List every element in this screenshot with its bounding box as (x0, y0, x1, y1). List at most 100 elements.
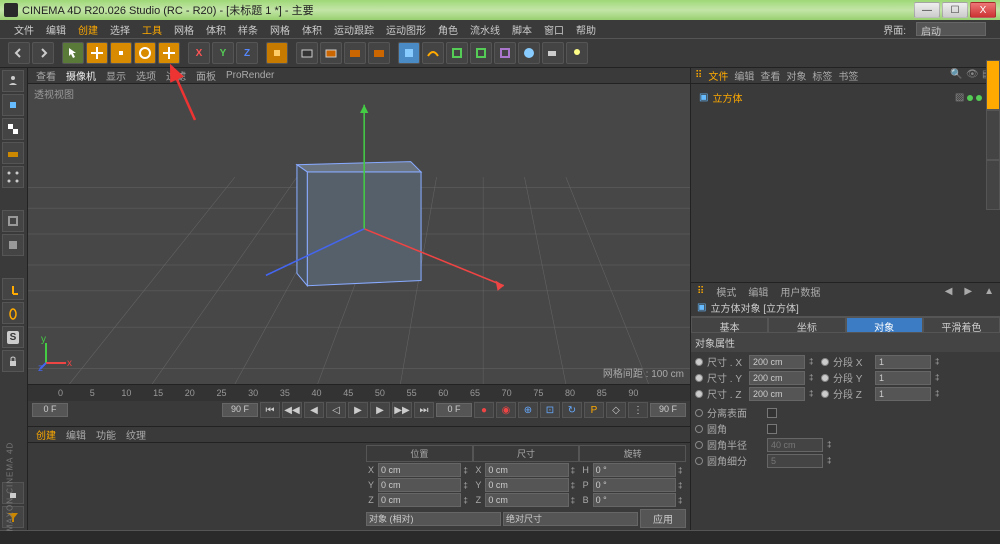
tool-mouse[interactable] (2, 302, 24, 324)
select-tool[interactable] (62, 42, 84, 64)
step-back-button[interactable]: ◀◀ (282, 402, 302, 418)
attr-tab-mode[interactable]: 模式 (716, 284, 736, 299)
goto-start-button[interactable]: ⏮ (260, 402, 280, 418)
visibility-render-dot[interactable] (976, 95, 982, 101)
z-axis-lock[interactable]: Z (236, 42, 258, 64)
menu-file[interactable]: 文件 (8, 20, 40, 39)
pos-X-input[interactable]: 0 cm (378, 463, 461, 477)
om-tab-object[interactable]: 对象 (786, 68, 806, 83)
search-icon[interactable]: 🔍 (950, 69, 964, 83)
render-view[interactable] (296, 42, 318, 64)
menu-volume2[interactable]: 体积 (296, 20, 328, 39)
make-editable[interactable] (2, 70, 24, 92)
attr-nav-fwd[interactable]: ▶ (964, 286, 972, 297)
add-primitive[interactable] (398, 42, 420, 64)
redo-button[interactable] (32, 42, 54, 64)
attr-input[interactable]: 200 cm (749, 355, 805, 369)
menu-mesh[interactable]: 网格 (168, 20, 200, 39)
attr-input[interactable]: 1 (875, 355, 931, 369)
coord-mode-select[interactable]: 对象 (相对) (366, 512, 501, 526)
edge-tab-1[interactable] (986, 60, 1000, 110)
rot-P-input[interactable]: 0 ° (593, 478, 676, 492)
model-mode[interactable] (2, 94, 24, 116)
point-mode[interactable] (2, 166, 24, 188)
visibility-editor-dot[interactable] (967, 95, 973, 101)
checkbox[interactable] (767, 424, 777, 434)
add-spline[interactable] (422, 42, 444, 64)
menu-script[interactable]: 脚本 (506, 20, 538, 39)
minimize-button[interactable]: — (914, 2, 940, 18)
vp-menu-prorender[interactable]: ProRender (226, 70, 274, 81)
attr-input[interactable]: 1 (875, 387, 931, 401)
coord-system[interactable] (266, 42, 288, 64)
grip-icon[interactable]: ⠿ (697, 286, 704, 297)
x-axis-lock[interactable]: X (188, 42, 210, 64)
key-pos-button[interactable]: ⊕ (518, 402, 538, 418)
eye-icon[interactable]: 👁 (966, 69, 980, 83)
axis-mode[interactable] (2, 278, 24, 300)
rotate-tool[interactable] (134, 42, 156, 64)
lastused-tool[interactable] (158, 42, 180, 64)
attr-subtab-coord[interactable]: 坐标 (768, 317, 845, 333)
move-tool[interactable] (86, 42, 108, 64)
render-queue[interactable] (368, 42, 390, 64)
tab-texture[interactable]: 纹理 (126, 427, 146, 442)
tab-function[interactable]: 功能 (96, 427, 116, 442)
menu-spline[interactable]: 样条 (232, 20, 264, 39)
key-param-button[interactable]: P (584, 402, 604, 418)
vp-menu-display[interactable]: 显示 (106, 68, 126, 83)
goto-end-button[interactable]: ⏭ (414, 402, 434, 418)
menu-window[interactable]: 窗口 (538, 20, 570, 39)
play-back-button[interactable]: ◁ (326, 402, 346, 418)
next-key-button[interactable]: ▶ (370, 402, 390, 418)
om-tab-file[interactable]: 文件 (708, 68, 728, 83)
menu-mograph[interactable]: 运动图形 (380, 20, 432, 39)
poly-mode[interactable] (2, 234, 24, 256)
render-region[interactable] (320, 42, 342, 64)
key-all-button[interactable]: ◇ (606, 402, 626, 418)
attr-nav-back[interactable]: ◀ (945, 286, 953, 297)
menu-volume[interactable]: 体积 (200, 20, 232, 39)
key-sel-button[interactable]: ⋮ (628, 402, 648, 418)
scale-tool[interactable] (110, 42, 132, 64)
om-tab-bookmarks[interactable]: 书签 (838, 68, 858, 83)
object-manager-tree[interactable]: ▣ 立方体 ▨ ◐ (691, 84, 1000, 282)
pos-Z-input[interactable]: 0 cm (378, 493, 461, 507)
undo-button[interactable] (8, 42, 30, 64)
add-environment[interactable] (518, 42, 540, 64)
timeline-end2-input[interactable]: 90 F (650, 403, 686, 417)
coord-size-mode-select[interactable]: 绝对尺寸 (503, 512, 638, 526)
menu-motion-track[interactable]: 运动跟踪 (328, 20, 380, 39)
menu-edit[interactable]: 编辑 (40, 20, 72, 39)
size-Y-input[interactable]: 0 cm (485, 478, 568, 492)
apply-button[interactable]: 应用 (640, 509, 686, 528)
menu-tools[interactable]: 工具 (136, 20, 168, 39)
key-rot-button[interactable]: ↻ (562, 402, 582, 418)
key-scale-button[interactable]: ⊡ (540, 402, 560, 418)
menu-mesh2[interactable]: 网格 (264, 20, 296, 39)
prev-key-button[interactable]: ◀ (304, 402, 324, 418)
rot-B-input[interactable]: 0 ° (593, 493, 676, 507)
timeline-end-input[interactable]: 90 F (222, 403, 258, 417)
om-tab-view[interactable]: 查看 (760, 68, 780, 83)
viewport-perspective[interactable]: 透视视图 (28, 84, 690, 384)
step-fwd-button[interactable]: ▶▶ (392, 402, 412, 418)
attr-tab-userdata[interactable]: 用户数据 (780, 284, 820, 299)
maximize-button[interactable]: ☐ (942, 2, 968, 18)
attr-input[interactable]: 200 cm (749, 387, 805, 401)
play-button[interactable]: ▶ (348, 402, 368, 418)
y-axis-lock[interactable]: Y (212, 42, 234, 64)
om-tab-edit[interactable]: 编辑 (734, 68, 754, 83)
add-generator2[interactable] (470, 42, 492, 64)
tab-create[interactable]: 创建 (36, 427, 56, 442)
add-light[interactable] (566, 42, 588, 64)
timeline-ruler[interactable]: 051015202530354045505560657075808590 (28, 385, 690, 401)
vp-menu-camera[interactable]: 摄像机 (66, 68, 96, 83)
edge-mode[interactable] (2, 210, 24, 232)
size-X-input[interactable]: 0 cm (485, 463, 568, 477)
attr-input[interactable]: 200 cm (749, 371, 805, 385)
menu-character[interactable]: 角色 (432, 20, 464, 39)
workplane-mode[interactable] (2, 142, 24, 164)
texture-mode[interactable] (2, 118, 24, 140)
size-Z-input[interactable]: 0 cm (485, 493, 568, 507)
